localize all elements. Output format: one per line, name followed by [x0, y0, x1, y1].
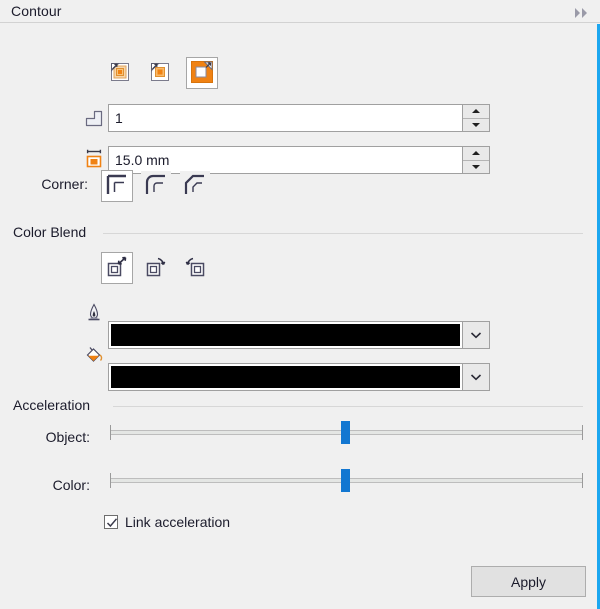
outline-color-swatch[interactable]	[111, 324, 460, 346]
object-acceleration-slider[interactable]	[110, 420, 583, 444]
contour-offset-field[interactable]: 15.0 mm	[108, 146, 490, 174]
clockwise-blend-button[interactable]	[141, 253, 171, 283]
docker-body: 1 15.0 mm	[0, 24, 597, 609]
fill-color-dropdown[interactable]	[108, 363, 490, 391]
counterclockwise-blend-button[interactable]	[180, 253, 210, 283]
corner-beveled-button[interactable]	[180, 171, 210, 201]
color-slider-max-cap	[582, 473, 583, 488]
contour-to-center-icon	[109, 61, 131, 86]
contour-offset-spin-up[interactable]	[463, 147, 489, 161]
linear-blend-button[interactable]	[101, 252, 133, 284]
contour-outside-button[interactable]	[186, 57, 218, 89]
counterclockwise-blend-icon	[183, 255, 207, 282]
corner-rounded-button[interactable]	[141, 171, 171, 201]
color-slider-min-cap	[110, 473, 111, 488]
clockwise-blend-icon	[144, 255, 168, 282]
page-title: Contour	[11, 3, 62, 19]
outline-pen-icon	[83, 302, 105, 324]
acceleration-title: Acceleration	[13, 397, 97, 413]
outline-color-dropdown-arrow[interactable]	[462, 322, 489, 348]
contour-steps-icon	[83, 108, 105, 130]
contour-steps-spin-down[interactable]	[463, 119, 489, 132]
outline-color-dropdown[interactable]	[108, 321, 490, 349]
corner-rounded-icon	[144, 173, 168, 200]
object-slider-max-cap	[582, 425, 583, 440]
contour-offset-spin-down[interactable]	[463, 161, 489, 174]
link-acceleration-label: Link acceleration	[125, 514, 230, 530]
contour-inside-button[interactable]	[145, 58, 175, 88]
fill-bucket-icon	[83, 344, 105, 366]
color-blend-rule	[103, 233, 583, 234]
contour-steps-value[interactable]: 1	[109, 105, 462, 131]
corner-mitered-button[interactable]	[101, 170, 133, 202]
corner-mitered-icon	[105, 173, 129, 200]
link-acceleration-checkbox-row[interactable]: Link acceleration	[104, 514, 230, 530]
color-acceleration-slider[interactable]	[110, 468, 583, 492]
fill-color-swatch[interactable]	[111, 366, 460, 388]
apply-button-label: Apply	[511, 574, 546, 590]
corner-beveled-icon	[183, 173, 207, 200]
color-slider-thumb[interactable]	[341, 469, 350, 492]
contour-outside-icon	[190, 60, 214, 87]
docker-titlebar: Contour	[0, 0, 600, 23]
contour-steps-spinner[interactable]	[462, 105, 489, 131]
check-icon	[106, 517, 118, 529]
fill-color-dropdown-arrow[interactable]	[462, 364, 489, 390]
linear-blend-icon	[105, 255, 129, 282]
object-acceleration-label: Object:	[0, 429, 90, 445]
color-blend-group-header: Color Blend	[13, 224, 583, 242]
contour-inside-icon	[149, 61, 171, 86]
contour-offset-spinner[interactable]	[462, 147, 489, 173]
contour-to-center-button[interactable]	[105, 58, 135, 88]
double-chevron-right-icon[interactable]	[573, 6, 591, 18]
contour-docker: Contour	[0, 0, 600, 609]
link-acceleration-checkbox[interactable]	[104, 515, 118, 529]
contour-steps-field[interactable]: 1	[108, 104, 490, 132]
color-blend-title: Color Blend	[13, 224, 93, 240]
object-slider-min-cap	[110, 425, 111, 440]
contour-offset-icon	[83, 148, 105, 170]
acceleration-rule	[113, 406, 583, 407]
object-slider-thumb[interactable]	[341, 421, 350, 444]
apply-button[interactable]: Apply	[471, 566, 586, 597]
contour-steps-spin-up[interactable]	[463, 105, 489, 119]
corner-label: Corner:	[18, 176, 88, 192]
acceleration-group-header: Acceleration	[13, 397, 583, 415]
contour-offset-value[interactable]: 15.0 mm	[109, 147, 462, 173]
color-acceleration-label: Color:	[0, 477, 90, 493]
